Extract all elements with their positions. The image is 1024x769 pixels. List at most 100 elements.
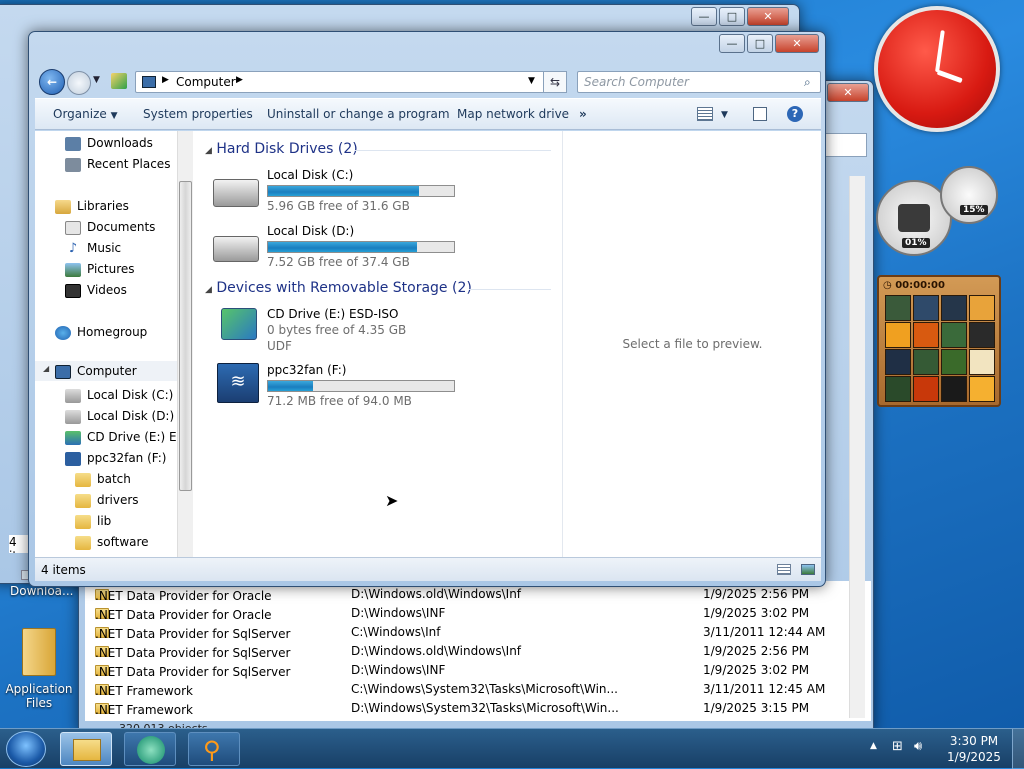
puzzle-timer: ◷ 00:00:00 (883, 280, 945, 291)
back-button[interactable]: ← (39, 69, 65, 95)
preview-pane-icon[interactable] (753, 107, 767, 121)
table-row[interactable]: .NET Framework D:\Windows\System32\Tasks\… (85, 699, 855, 718)
nav-item-ppc32fan-f[interactable]: ppc32fan (F:) (65, 451, 166, 466)
minimize-button[interactable]: — (719, 34, 745, 53)
puzzle-tile[interactable] (913, 376, 939, 402)
refresh-button[interactable]: ⇆ (543, 71, 567, 93)
drive-usage-bar (267, 380, 455, 392)
app-icon (137, 736, 165, 764)
table-row[interactable]: .NET Data Provider for SqlServer C:\Windo… (85, 623, 855, 642)
system-properties-button[interactable]: System properties (143, 107, 253, 121)
more-commands-button[interactable]: » (579, 107, 587, 121)
table-row[interactable]: .NET Data Provider for Oracle D:\Windows.… (85, 585, 855, 604)
nav-item-folder[interactable]: software (75, 535, 149, 550)
scroll-thumb[interactable] (179, 181, 192, 491)
row-name: .NET Data Provider for SqlServer (95, 646, 291, 660)
expand-arrow-icon[interactable]: ◢ (43, 364, 49, 373)
puzzle-tile[interactable] (969, 349, 995, 375)
volume-icon[interactable]: 🔊︎ (914, 739, 922, 754)
table-row[interactable]: .NET Data Provider for SqlServer D:\Windo… (85, 642, 855, 661)
nav-item-cd-drive-e[interactable]: CD Drive (E:) ESD (65, 430, 193, 445)
nav-item-pictures[interactable]: Pictures (65, 262, 135, 277)
breadcrumb-computer[interactable]: Computer (176, 75, 236, 89)
help-icon[interactable]: ? (787, 106, 803, 122)
maximize-button[interactable]: □ (719, 7, 745, 26)
nav-item-downloads[interactable]: Downloads (65, 136, 153, 151)
table-row[interactable]: .NET Framework C:\Windows\System32\Tasks\… (85, 680, 855, 699)
map-network-drive-button[interactable]: Map network drive (457, 107, 569, 121)
recent-pages-dropdown[interactable]: ▼ (93, 75, 100, 85)
scrollbar[interactable] (849, 176, 865, 718)
puzzle-tile[interactable] (941, 295, 967, 321)
show-desktop-button[interactable] (1012, 729, 1024, 769)
table-row[interactable]: .NET Data Provider for Oracle D:\Windows\… (85, 604, 855, 623)
uninstall-program-button[interactable]: Uninstall or change a program (267, 107, 450, 121)
breadcrumb-chevron-icon[interactable]: ▶ (236, 75, 243, 85)
puzzle-tile[interactable] (969, 295, 995, 321)
picture-puzzle-gadget[interactable]: ◷ 00:00:00 (877, 275, 1001, 407)
hard-disk-icon (65, 409, 81, 424)
drive-name[interactable]: Local Disk (C:) (267, 168, 353, 182)
puzzle-tile[interactable] (969, 376, 995, 402)
puzzle-tile[interactable] (941, 322, 967, 348)
taskbar-clock[interactable]: 3:30 PM 1/9/2025 (938, 733, 1010, 765)
group-header-hard-disk-drives[interactable]: ◢ Hard Disk Drives (2) (205, 141, 358, 157)
taskbar-explorer-button[interactable] (60, 732, 112, 766)
nav-item-folder[interactable]: lib (75, 514, 111, 529)
nav-item-videos[interactable]: Videos (65, 283, 127, 298)
puzzle-tile[interactable] (913, 295, 939, 321)
drive-name[interactable]: CD Drive (E:) ESD-ISO (267, 307, 398, 321)
nav-scrollbar[interactable] (177, 131, 193, 557)
forward-button[interactable] (67, 71, 91, 95)
change-view-icon[interactable] (697, 107, 713, 121)
large-icons-view-icon[interactable] (801, 564, 815, 575)
nav-item-computer[interactable]: ◢ Computer (35, 361, 177, 381)
nav-item-music[interactable]: ♪ Music (65, 241, 121, 256)
nav-item-local-disk-c[interactable]: Local Disk (C:) (65, 388, 173, 403)
taskbar-app-button[interactable] (124, 732, 176, 766)
close-button[interactable]: ✕ (747, 7, 789, 26)
minimize-button[interactable]: — (691, 7, 717, 26)
puzzle-tile[interactable] (941, 349, 967, 375)
organize-button[interactable]: Organize ▼ (53, 107, 118, 121)
nav-item-documents[interactable]: Documents (65, 220, 155, 235)
group-header-removable-storage[interactable]: ◢ Devices with Removable Storage (2) (205, 280, 472, 296)
table-row[interactable]: .NET Data Provider for SqlServer D:\Windo… (85, 661, 855, 680)
puzzle-tile[interactable] (885, 322, 911, 348)
puzzle-tile[interactable] (913, 349, 939, 375)
puzzle-tile[interactable] (969, 322, 995, 348)
start-button[interactable] (6, 731, 46, 767)
maximize-button[interactable]: □ (747, 34, 773, 53)
puzzle-tile[interactable] (913, 322, 939, 348)
network-icon[interactable]: ⊞ (892, 739, 903, 754)
nav-item-folder[interactable]: drivers (75, 493, 139, 508)
show-hidden-icons-button[interactable]: ▲ (870, 741, 877, 751)
address-bar[interactable]: ▶ Computer ▶ ▼ (135, 71, 565, 93)
close-button[interactable]: ✕ (775, 34, 819, 53)
close-button[interactable]: ✕ (827, 83, 869, 102)
view-dropdown-icon[interactable]: ▼ (721, 110, 728, 120)
drive-name[interactable]: Local Disk (D:) (267, 224, 354, 238)
drive-name[interactable]: ppc32fan (F:) (267, 363, 346, 377)
nav-item-homegroup[interactable]: Homegroup (55, 325, 147, 340)
nav-item-folder[interactable]: batch (75, 472, 131, 487)
nav-item-libraries[interactable]: Libraries (55, 199, 129, 214)
puzzle-tile[interactable] (885, 376, 911, 402)
search-input[interactable]: Search Computer ⌕ (577, 71, 821, 93)
nav-item-local-disk-d[interactable]: Local Disk (D:) (65, 409, 174, 424)
breadcrumb-chevron-icon[interactable]: ▶ (162, 75, 169, 85)
puzzle-tile[interactable] (885, 295, 911, 321)
address-dropdown-icon[interactable]: ▼ (528, 76, 535, 86)
memory-meter-gadget[interactable]: 15% (940, 166, 998, 224)
clock-gadget[interactable] (874, 6, 1000, 132)
collapse-arrow-icon[interactable]: ◢ (205, 146, 212, 156)
search-icon[interactable]: ⌕ (804, 75, 811, 90)
collapse-arrow-icon[interactable]: ◢ (205, 285, 212, 295)
taskbar-search-button[interactable]: ⚲ (188, 732, 240, 766)
puzzle-tile[interactable] (941, 376, 967, 402)
row-date: 1/9/2025 2:56 PM (703, 587, 810, 601)
desktop-icon-application-files[interactable]: Application Files (4, 628, 74, 710)
nav-item-recent-places[interactable]: Recent Places (65, 157, 170, 172)
details-view-icon[interactable] (777, 564, 791, 575)
puzzle-tile[interactable] (885, 349, 911, 375)
